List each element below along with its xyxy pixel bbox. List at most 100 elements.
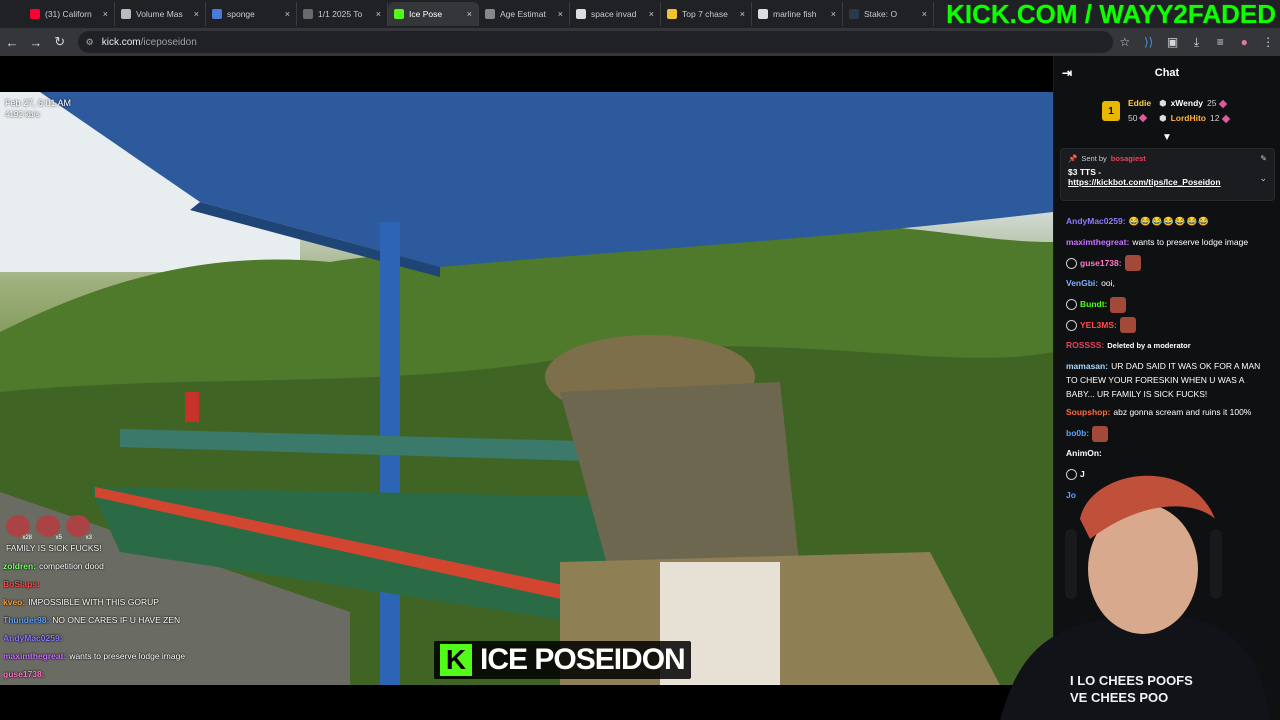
filter-icon[interactable]: ▼ (1162, 132, 1172, 143)
chevron-down-icon[interactable]: ⌄ (1259, 173, 1267, 184)
chat-username[interactable]: bo0b: (1066, 428, 1089, 438)
profile-avatar-icon[interactable]: ● (1232, 30, 1256, 54)
back-icon[interactable]: ← (0, 30, 24, 54)
tab-label: space invad (591, 9, 637, 19)
chat-message[interactable]: VenGbi: ooi, (1054, 274, 1280, 295)
tab-close-icon[interactable]: × (467, 9, 472, 19)
tab-favicon-icon (576, 9, 586, 19)
tab-close-icon[interactable]: × (649, 9, 654, 19)
chat-text: Deleted by a moderator (1107, 341, 1191, 351)
headphone-right (1210, 529, 1222, 599)
browser-tab[interactable]: Age Estimat × (479, 2, 570, 26)
tab-favicon-icon (758, 9, 768, 19)
browser-tab[interactable]: marline fish × (752, 2, 843, 26)
chat-username[interactable]: YEL3MS: (1080, 320, 1117, 330)
chat-title: Chat (1154, 67, 1180, 79)
chat-message[interactable]: maximthegreat: wants to preserve lodge im… (1054, 233, 1280, 254)
leaderboard-entry[interactable]: ⬢ xWendy 25 (1159, 96, 1229, 111)
browser-toolbar: ← → ↻ ⚙ kick.com/iceposeidon ☆ ⟩⟩ ▣ ⤓ ≡ … (0, 28, 1280, 56)
chat-username[interactable]: maximthegreat: (1066, 237, 1129, 247)
stream-overlay-url-text: KICK.COM / WAYY2FADED (946, 0, 1276, 29)
pinned-sent-by-label: Sent by (1081, 154, 1107, 163)
streamer-webcam: I LO CHEES POOFS VE CHEES POO (930, 449, 1280, 720)
overlay-emote: x5 (36, 515, 62, 541)
reload-icon[interactable]: ↻ (48, 30, 72, 54)
tab-close-icon[interactable]: × (103, 9, 108, 19)
chat-message[interactable]: YEL3MS: (1054, 315, 1280, 336)
tab-close-icon[interactable]: × (376, 9, 381, 19)
overlay-emote: x3 (66, 515, 92, 541)
unpin-icon[interactable]: ✎ (1260, 154, 1267, 163)
chat-username[interactable]: AndyMac0259: (1066, 216, 1126, 226)
tab-close-icon[interactable]: × (558, 9, 563, 19)
bookmark-star-icon[interactable]: ☆ (1113, 30, 1137, 54)
tab-close-icon[interactable]: × (740, 9, 745, 19)
shirt-print-2: VE CHEES POO (1070, 690, 1168, 705)
overlay-chat-line: maximthegreat: wants to preserve lodge im… (3, 647, 223, 665)
chat-message[interactable]: ROSSSS: Deleted by a moderator (1054, 336, 1280, 357)
chat-message[interactable]: guse1738: (1054, 253, 1280, 274)
pinned-link[interactable]: https://kickbot.com/tips/Ice_Poseidon (1068, 177, 1267, 187)
chat-username[interactable]: Bundt: (1080, 299, 1107, 309)
stream-bitrate: 4192 kb/s (5, 110, 40, 119)
webcam-frame: I LO CHEES POOFS VE CHEES POO (1000, 475, 1270, 720)
tab-favicon-icon (212, 9, 222, 19)
video-player[interactable]: Feb 27, 6:01 AM 4192 kb/s x28 x5 x3 FAMILY… (0, 92, 1053, 685)
streamer-name-badge: K ICE POSEIDON (434, 641, 691, 679)
overlay-chat-user: AndyMac0259: (3, 633, 63, 643)
pinned-sender: bosagiest (1110, 154, 1146, 163)
chat-username[interactable]: mamasan: (1066, 361, 1108, 371)
chat-username[interactable]: guse1738: (1080, 258, 1122, 268)
extensions-puzzle-icon[interactable]: ▣ (1161, 30, 1185, 54)
browser-tab[interactable]: (31) Californ × (24, 2, 115, 26)
download-icon[interactable]: ⤓ (1184, 30, 1208, 54)
pinned-tts-text: $3 TTS - (1068, 167, 1102, 177)
reading-list-icon[interactable]: ≡ (1208, 30, 1232, 54)
collapse-chat-icon[interactable]: ⇥ (1062, 66, 1072, 80)
leaderboard-entry[interactable]: ⬢ LordHito 12 (1159, 111, 1231, 126)
leaderboard-first[interactable]: Eddie 50 (1128, 96, 1151, 126)
chat-emote-icon (1110, 296, 1127, 313)
streamer-name: ICE POSEIDON (480, 643, 686, 676)
tab-label: marline fish (773, 9, 817, 19)
leaderboard-badge-icon: ⬢ (1159, 113, 1167, 123)
rank-one-badge: 1 (1102, 101, 1120, 121)
tab-close-icon[interactable]: × (194, 9, 199, 19)
browser-tab[interactable]: Top 7 chase × (661, 2, 752, 26)
address-bar[interactable]: ⚙ kick.com/iceposeidon (77, 31, 1113, 53)
forward-icon[interactable]: → (24, 30, 48, 54)
site-info-icon[interactable]: ⚙ (86, 37, 94, 48)
tab-close-icon[interactable]: × (922, 9, 927, 19)
subscriber-badge-icon (1066, 319, 1077, 331)
chat-username[interactable]: VenGbi: (1066, 278, 1098, 288)
chat-message[interactable]: AndyMac0259: 😂😂😂😂😂😂😂 (1054, 212, 1280, 233)
browser-tab[interactable]: Stake: O × (843, 2, 934, 26)
tab-close-icon[interactable]: × (285, 9, 290, 19)
chat-username[interactable]: ROSSSS: (1066, 340, 1104, 350)
overlay-chat-user: BoSlaps: (3, 579, 40, 589)
chat-text: ooi, (1101, 278, 1115, 289)
chat-header: ⇥ Chat (1054, 56, 1280, 90)
tab-favicon-icon (394, 9, 404, 19)
browser-tab[interactable]: space invad × (570, 2, 661, 26)
overlay-chat-user: zoldren: (3, 561, 37, 571)
gift-leaderboard: 1 Eddie 50 ⬢ xWendy 25 ⬢ LordHito 12 (1054, 90, 1280, 132)
browser-tab[interactable]: Ice Pose × (388, 2, 479, 26)
chat-message[interactable]: bo0b: (1054, 424, 1280, 445)
browser-tab[interactable]: 1/1 2025 To × (297, 2, 388, 26)
pinned-message[interactable]: 📌 Sent by bosagiest $3 TTS - https://kic… (1060, 148, 1275, 201)
extension-wave-icon[interactable]: ⟩⟩ (1137, 30, 1161, 54)
leaderboard-name: LordHito (1170, 113, 1206, 123)
chat-message[interactable]: Bundt: (1054, 295, 1280, 316)
leaderboard-name: xWendy (1170, 98, 1204, 108)
chat-message[interactable]: Soupshop: abz gonna scream and ruins it 1… (1054, 403, 1280, 424)
browser-tab[interactable]: Volume Mas × (115, 2, 206, 26)
player-top-bar (0, 56, 1053, 92)
chat-emote-icon (1092, 425, 1109, 442)
overlay-chat-user: maximthegreat: (3, 651, 67, 661)
browser-tab[interactable]: sponge × (206, 2, 297, 26)
tab-close-icon[interactable]: × (831, 9, 836, 19)
menu-kebab-icon[interactable]: ⋮ (1256, 30, 1280, 54)
chat-username[interactable]: Soupshop: (1066, 407, 1110, 417)
chat-message[interactable]: mamasan: UR DAD SAID IT WAS OK FOR A MAN … (1054, 357, 1280, 403)
